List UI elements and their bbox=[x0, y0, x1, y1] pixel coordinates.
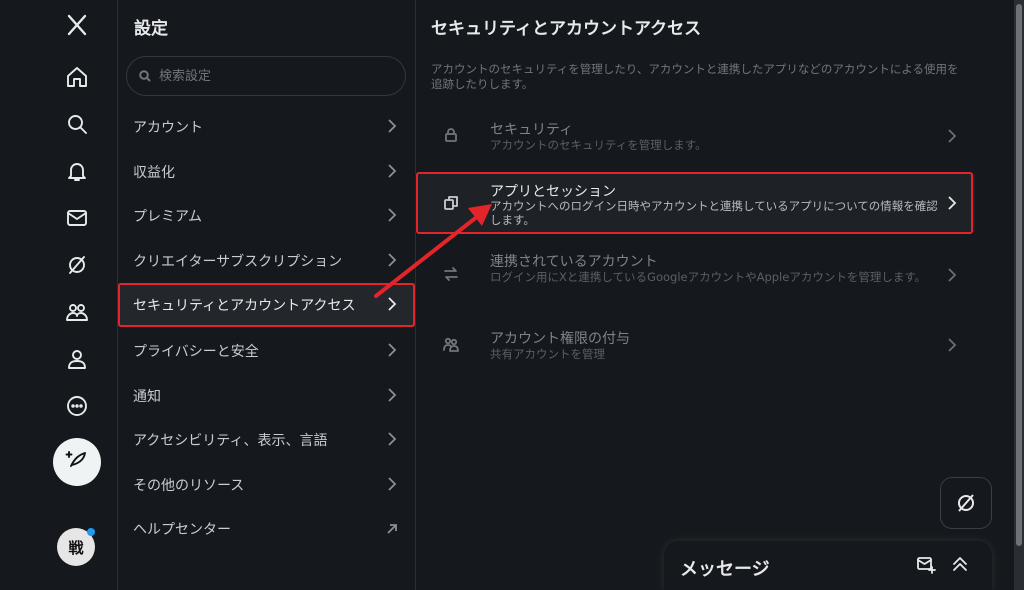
search-icon bbox=[139, 70, 151, 82]
settings-item-accessibility[interactable]: アクセシビリティ、表示、言語 bbox=[118, 418, 415, 462]
settings-item-account[interactable]: アカウント bbox=[118, 105, 415, 149]
settings-search[interactable] bbox=[126, 56, 406, 96]
grok-icon[interactable] bbox=[62, 250, 92, 280]
chevron-right-icon bbox=[387, 207, 397, 223]
chevron-right-icon bbox=[387, 342, 397, 358]
option-connected-accounts[interactable]: 連携されているアカウント ログイン用にXと連携しているGoogleアカウントやA… bbox=[415, 244, 975, 306]
swap-arrows-icon bbox=[443, 266, 461, 284]
home-icon[interactable] bbox=[62, 62, 92, 92]
search-icon[interactable] bbox=[62, 109, 92, 139]
compose-post-button[interactable] bbox=[53, 438, 101, 486]
messages-title: メッセージ bbox=[680, 559, 770, 580]
option-subtitle: 共有アカウントを管理 bbox=[490, 347, 605, 361]
settings-item-creator-subscriptions[interactable]: クリエイターサブスクリプション bbox=[118, 239, 415, 283]
chevron-right-icon bbox=[387, 252, 397, 268]
option-title: セキュリティ bbox=[490, 122, 574, 138]
external-link-icon bbox=[387, 520, 397, 536]
grok-icon bbox=[958, 494, 974, 512]
page-title: セキュリティとアカウントアクセス bbox=[431, 19, 702, 39]
new-message-icon[interactable] bbox=[916, 554, 938, 576]
primary-nav bbox=[40, 0, 116, 590]
chevron-right-icon bbox=[387, 476, 397, 492]
settings-item-privacy[interactable]: プライバシーと安全 bbox=[118, 329, 415, 373]
compose-post-icon bbox=[65, 448, 89, 476]
chevron-right-icon bbox=[387, 163, 397, 179]
option-title: アカウント権限の付与 bbox=[490, 331, 630, 347]
settings-item-label: プレミアム bbox=[133, 209, 203, 225]
settings-item-label: アカウント bbox=[133, 120, 203, 136]
option-subtitle: ログイン用にXと連携しているGoogleアカウントやAppleアカウントを管理し… bbox=[490, 270, 927, 284]
option-title: 連携されているアカウント bbox=[490, 254, 658, 270]
settings-item-notifications[interactable]: 通知 bbox=[118, 374, 415, 418]
search-input[interactable] bbox=[157, 67, 381, 85]
x-logo-icon[interactable] bbox=[62, 10, 92, 40]
option-security[interactable]: セキュリティ アカウントのセキュリティを管理します。 bbox=[415, 108, 975, 164]
bell-icon[interactable] bbox=[62, 156, 92, 186]
option-subtitle: アカウントのセキュリティを管理します。 bbox=[490, 138, 707, 152]
settings-title: 設定 bbox=[134, 19, 168, 39]
settings-item-label: 通知 bbox=[133, 389, 161, 405]
settings-item-label: アクセシビリティ、表示、言語 bbox=[133, 433, 328, 449]
notification-dot bbox=[87, 528, 95, 536]
chevron-right-icon bbox=[387, 118, 397, 134]
app-window: 戦 設定 アカウント 収益化 プレミアム クリエイターサブスクリプション セキュ… bbox=[0, 0, 1024, 590]
lock-icon bbox=[443, 127, 461, 145]
settings-item-monetization[interactable]: 収益化 bbox=[118, 150, 415, 194]
collapse-up-icon[interactable] bbox=[950, 554, 972, 576]
scrollbar-thumb[interactable] bbox=[1016, 4, 1022, 546]
more-icon[interactable] bbox=[62, 391, 92, 421]
chevron-right-icon bbox=[387, 431, 397, 447]
settings-item-label: その他のリソース bbox=[133, 478, 245, 494]
chevron-right-icon bbox=[947, 337, 957, 353]
delegate-icon bbox=[443, 336, 461, 354]
settings-item-label: ヘルプセンター bbox=[133, 522, 231, 538]
mail-icon[interactable] bbox=[62, 203, 92, 233]
detail-pane: セキュリティとアカウントアクセス アカウントのセキュリティを管理したり、アカウン… bbox=[415, 0, 975, 590]
page-description: アカウントのセキュリティを管理したり、アカウントと連携したアプリなどのアカウント… bbox=[431, 62, 959, 91]
highlight-box-option bbox=[416, 172, 973, 234]
communities-icon[interactable] bbox=[62, 297, 92, 327]
chevron-right-icon bbox=[947, 128, 957, 144]
chevron-right-icon bbox=[947, 267, 957, 283]
grok-button[interactable] bbox=[940, 477, 992, 529]
profile-icon[interactable] bbox=[62, 344, 92, 374]
highlight-box-menu bbox=[118, 283, 415, 327]
settings-item-label: プライバシーと安全 bbox=[133, 344, 259, 360]
settings-item-label: 収益化 bbox=[133, 165, 175, 181]
settings-item-resources[interactable]: その他のリソース bbox=[118, 463, 415, 507]
settings-item-label: クリエイターサブスクリプション bbox=[133, 254, 343, 270]
messages-drawer[interactable]: メッセージ bbox=[664, 541, 992, 590]
option-delegate[interactable]: アカウント権限の付与 共有アカウントを管理 bbox=[415, 318, 975, 372]
settings-item-premium[interactable]: プレミアム bbox=[118, 194, 415, 238]
chevron-right-icon bbox=[387, 387, 397, 403]
settings-item-help-center[interactable]: ヘルプセンター bbox=[118, 507, 415, 551]
